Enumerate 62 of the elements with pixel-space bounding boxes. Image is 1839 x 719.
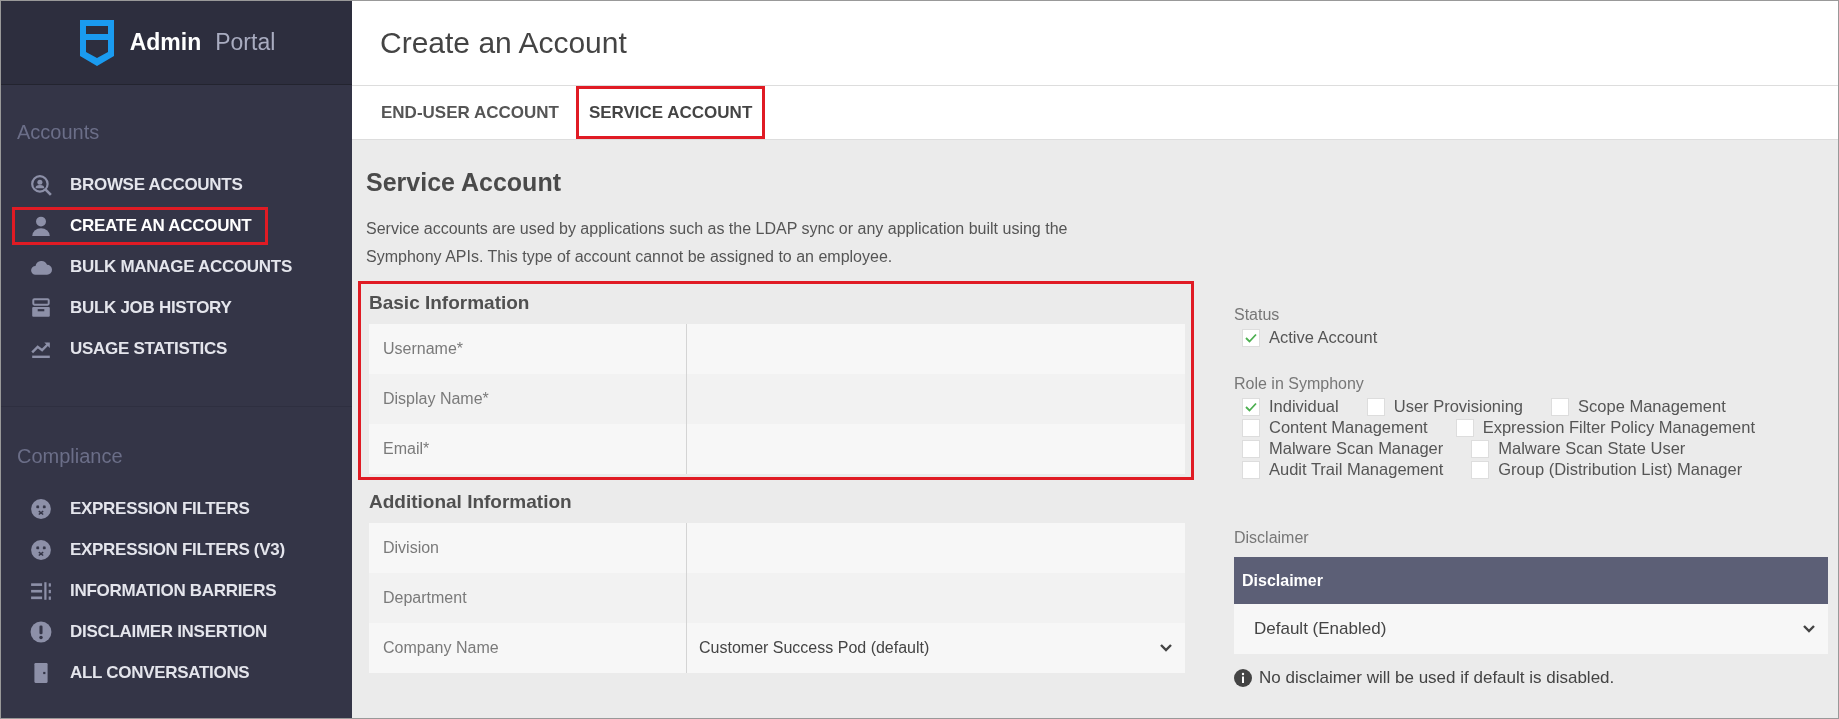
- checkbox[interactable]: Individual: [1242, 397, 1339, 416]
- dropdown[interactable]: Default (Enabled): [1234, 604, 1828, 654]
- brand-name: Admin: [129, 29, 202, 56]
- face-icon: [30, 498, 52, 520]
- checkbox[interactable]: Scope Management: [1551, 397, 1726, 416]
- user-search-icon: [30, 174, 52, 196]
- checkbox[interactable]: Content Management: [1242, 418, 1428, 437]
- input-field[interactable]: [686, 324, 1185, 374]
- checkbox[interactable]: Audit Trail Management: [1242, 460, 1444, 479]
- sidebar-item[interactable]: BROWSE ACCOUNTS: [12, 166, 260, 204]
- sidebar-item[interactable]: ALL CONVERSATIONS: [12, 654, 267, 692]
- section-heading: Compliance: [17, 445, 124, 468]
- sidebar-item[interactable]: INFORMATION BARRIERS: [12, 572, 294, 610]
- field-label: Company Name: [369, 623, 686, 673]
- sidebar-item[interactable]: DISCLAIMER INSERTION: [12, 613, 285, 651]
- sidebar-item[interactable]: CREATE AN ACCOUNT: [12, 207, 269, 245]
- group-label: Role in Symphony: [1234, 375, 1365, 393]
- info-icon: [1234, 669, 1252, 687]
- chevron-down-icon: [1159, 643, 1173, 653]
- checkbox[interactable]: User Provisioning: [1366, 397, 1524, 416]
- input-field[interactable]: [686, 424, 1185, 474]
- brand-suffix: Portal: [215, 29, 276, 56]
- section-heading: Service Account: [366, 168, 562, 197]
- field-label: Username*: [369, 324, 686, 374]
- checkmark-icon: [1245, 401, 1257, 412]
- bars-icon: [30, 580, 52, 602]
- field-label: Display Name*: [369, 374, 686, 424]
- note-text: No disclaimer will be used if default is disabled.: [1259, 668, 1615, 688]
- group-label: Status: [1234, 306, 1281, 324]
- sidebar-item[interactable]: BULK JOB HISTORY: [12, 289, 249, 327]
- section-heading: Accounts: [17, 121, 101, 144]
- field-label: Division: [369, 523, 686, 573]
- field-label: Email*: [369, 424, 686, 474]
- sidebar-item[interactable]: EXPRESSION FILTERS (V3): [12, 531, 302, 569]
- page-title: Create an Account: [380, 26, 627, 60]
- tab[interactable]: SERVICE ACCOUNT: [575, 86, 766, 139]
- form-section-title: Basic Information: [369, 292, 531, 314]
- face-icon: [30, 539, 52, 561]
- group-label: Disclaimer: [1234, 529, 1310, 547]
- checkmark-icon: [1245, 332, 1257, 343]
- form-section-title: Additional Information: [369, 491, 573, 513]
- dropdown[interactable]: Customer Success Pod (default): [686, 623, 1185, 673]
- input-field[interactable]: [686, 523, 1185, 573]
- sidebar-item[interactable]: EXPRESSION FILTERS: [12, 490, 267, 528]
- tab[interactable]: END-USER ACCOUNT: [368, 86, 572, 139]
- sidebar-item[interactable]: BULK MANAGE ACCOUNTS: [12, 248, 309, 286]
- checkbox[interactable]: Active Account: [1242, 328, 1828, 347]
- shield-logo-icon: [77, 17, 116, 68]
- chevron-down-icon: [1802, 624, 1816, 634]
- input-field[interactable]: [686, 573, 1185, 623]
- checkbox[interactable]: Malware Scan State User: [1471, 439, 1686, 458]
- tray-icon: [30, 297, 52, 319]
- checkbox[interactable]: Expression Filter Policy Management: [1455, 418, 1756, 437]
- input-field[interactable]: [686, 374, 1185, 424]
- panel-header: Disclaimer: [1234, 557, 1828, 604]
- checkbox[interactable]: Group (Distribution List) Manager: [1471, 460, 1743, 479]
- field-label: Department: [369, 573, 686, 623]
- alert-icon: [30, 621, 52, 643]
- checkbox[interactable]: Malware Scan Manager: [1242, 439, 1444, 458]
- user-icon: [30, 215, 52, 237]
- description: Service accounts are used by applications such as the LDAP sync or any application built using the Symphony APIs. This type of account cannot be assigned to an employee.: [366, 219, 1069, 267]
- sidebar-item[interactable]: USAGE STATISTICS: [12, 330, 245, 368]
